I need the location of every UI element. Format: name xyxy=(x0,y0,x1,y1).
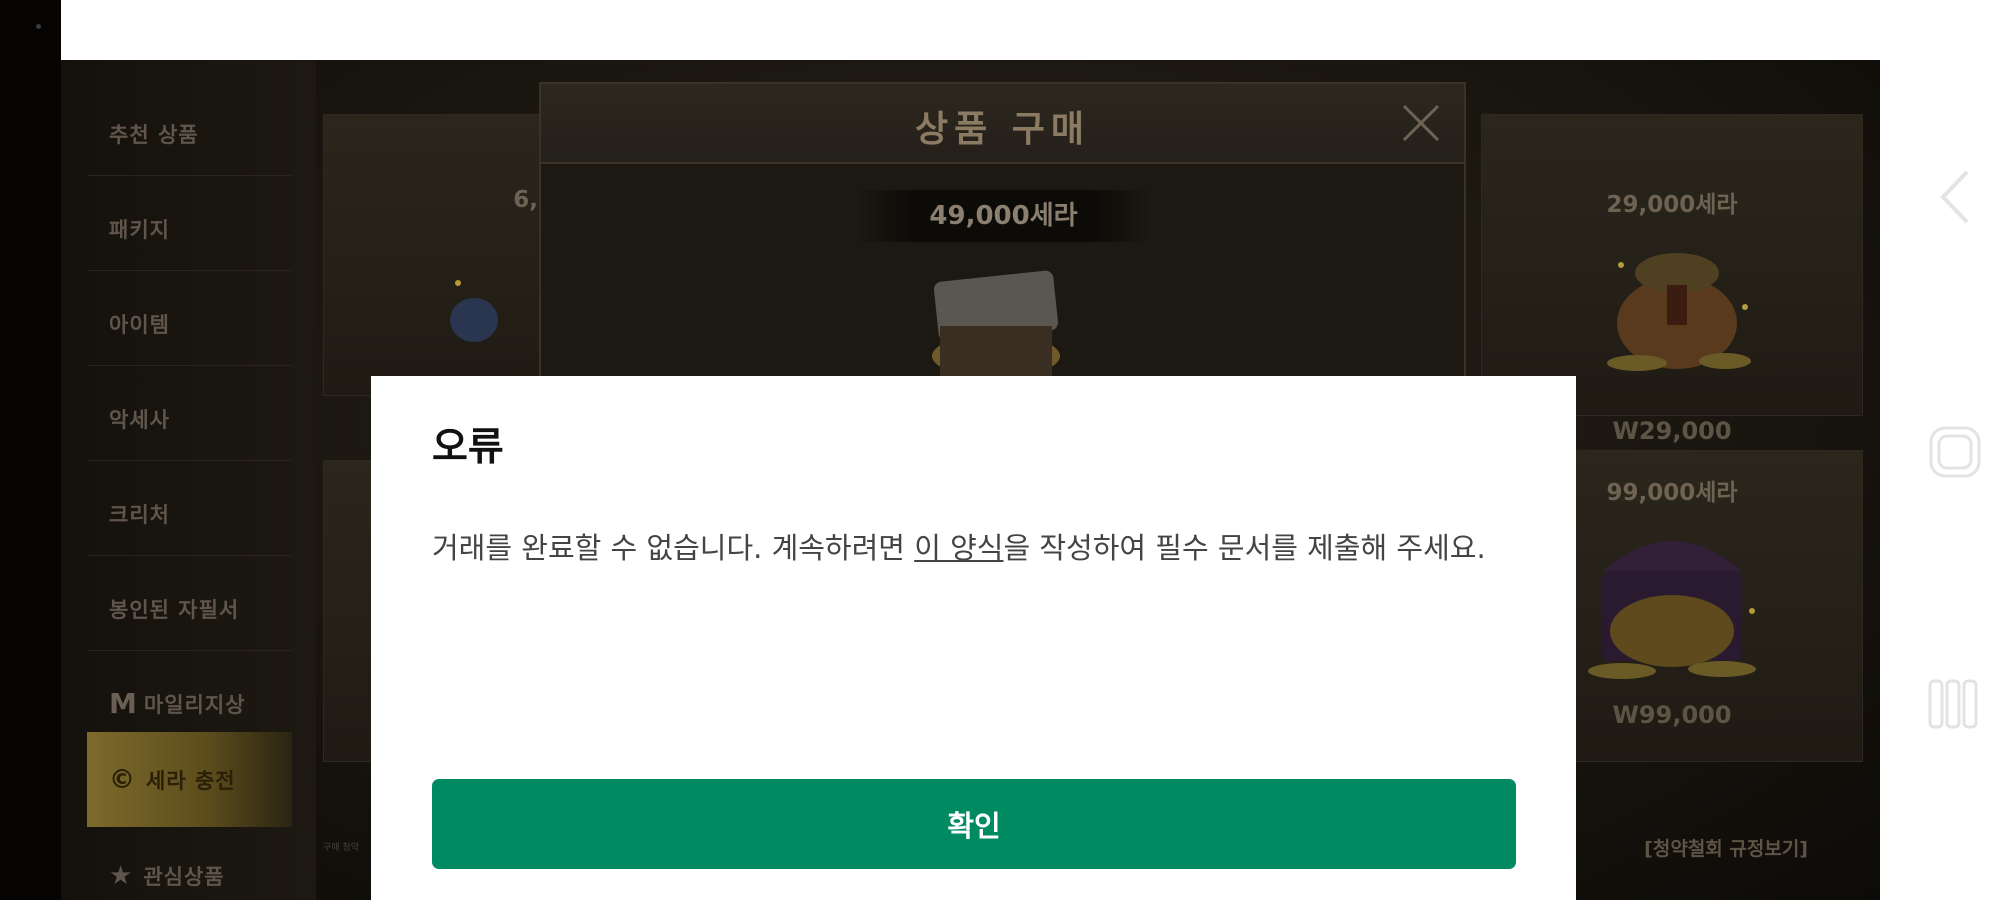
sidebar-item-label: 크리처 xyxy=(109,502,170,527)
sidebar-item-favorites[interactable]: ★ 관심상품 xyxy=(87,834,292,900)
sera-coin-icon: © xyxy=(109,764,136,795)
sidebar-item-label: 패키지 xyxy=(109,217,170,242)
purchase-modal-title: 상품 구매 xyxy=(914,109,1090,150)
star-icon: ★ xyxy=(109,861,134,891)
sidebar-item-sera-charge[interactable]: © 세라 충전 xyxy=(87,732,292,827)
sidebar-item-creature[interactable]: 크리처 xyxy=(87,472,292,556)
purchase-modal-header: 상품 구매 xyxy=(541,84,1464,164)
card-title: 29,000세라 xyxy=(1606,192,1738,218)
error-dialog-message: 거래를 완료할 수 없습니다. 계속하려면 이 양식을 작성하여 필수 문서를 … xyxy=(432,530,1492,567)
status-dot xyxy=(36,24,41,29)
sera-bag-icon xyxy=(1597,225,1757,375)
sidebar-item-label: 세라 충전 xyxy=(146,768,236,793)
error-message-text: 거래를 완료할 수 없습니다. 계속하려면 xyxy=(432,531,915,565)
recents-icon[interactable] xyxy=(1927,678,1979,734)
product-card[interactable]: 6,0 W xyxy=(323,114,575,447)
treasure-chest-icon xyxy=(1582,511,1762,681)
purchase-price: 49,000세라 xyxy=(856,190,1151,242)
back-chevron-icon[interactable] xyxy=(1935,168,1975,230)
mileage-m-icon: M xyxy=(109,687,138,720)
sidebar-item-item[interactable]: 아이템 xyxy=(87,282,292,366)
error-dialog: 오류 거래를 완료할 수 없습니다. 계속하려면 이 양식을 작성하여 필수 문… xyxy=(371,376,1576,900)
refund-policy-link[interactable]: [청약철회 규정보기] xyxy=(1644,834,1808,861)
left-strip xyxy=(0,0,61,900)
confirm-button[interactable]: 확인 xyxy=(432,779,1516,869)
purchase-notice-text: 구매 청약 xyxy=(323,843,359,853)
sidebar-item-recommended[interactable]: 추천 상품 xyxy=(87,92,292,176)
sidebar-item-label: 관심상품 xyxy=(143,865,225,889)
sidebar-item-label: 악세사 xyxy=(109,407,170,432)
home-square-icon[interactable] xyxy=(1927,424,1983,484)
screen: 추천 상품 패키지 아이템 악세사 크리처 봉인된 자필서 M 마일리지상 © … xyxy=(0,0,2000,900)
sidebar-item-label: 추천 상품 xyxy=(109,122,199,147)
form-link[interactable]: 이 양식 xyxy=(914,531,1003,565)
error-message-text: 을 작성하여 필수 문서를 제출해 주세요. xyxy=(1003,531,1486,565)
sidebar-item-sealed-scroll[interactable]: 봉인된 자필서 xyxy=(87,567,292,651)
game-sidebar: 추천 상품 패키지 아이템 악세사 크리처 봉인된 자필서 M 마일리지상 © … xyxy=(61,60,316,900)
sidebar-item-label: 마일리지상 xyxy=(143,692,246,717)
product-card[interactable]: 29,000세라 W29,000 xyxy=(1481,114,1863,445)
treasure-chest-icon xyxy=(916,256,1076,376)
error-dialog-title: 오류 xyxy=(432,425,504,470)
sidebar-item-accessory[interactable]: 악세사 xyxy=(87,377,292,461)
sidebar-item-label: 봉인된 자필서 xyxy=(109,597,240,622)
sidebar-item-package[interactable]: 패키지 xyxy=(87,187,292,271)
sidebar-item-label: 아이템 xyxy=(109,312,170,337)
card-title: 6,0 xyxy=(513,187,554,213)
close-icon[interactable] xyxy=(1400,102,1442,144)
item-icon xyxy=(444,275,504,345)
